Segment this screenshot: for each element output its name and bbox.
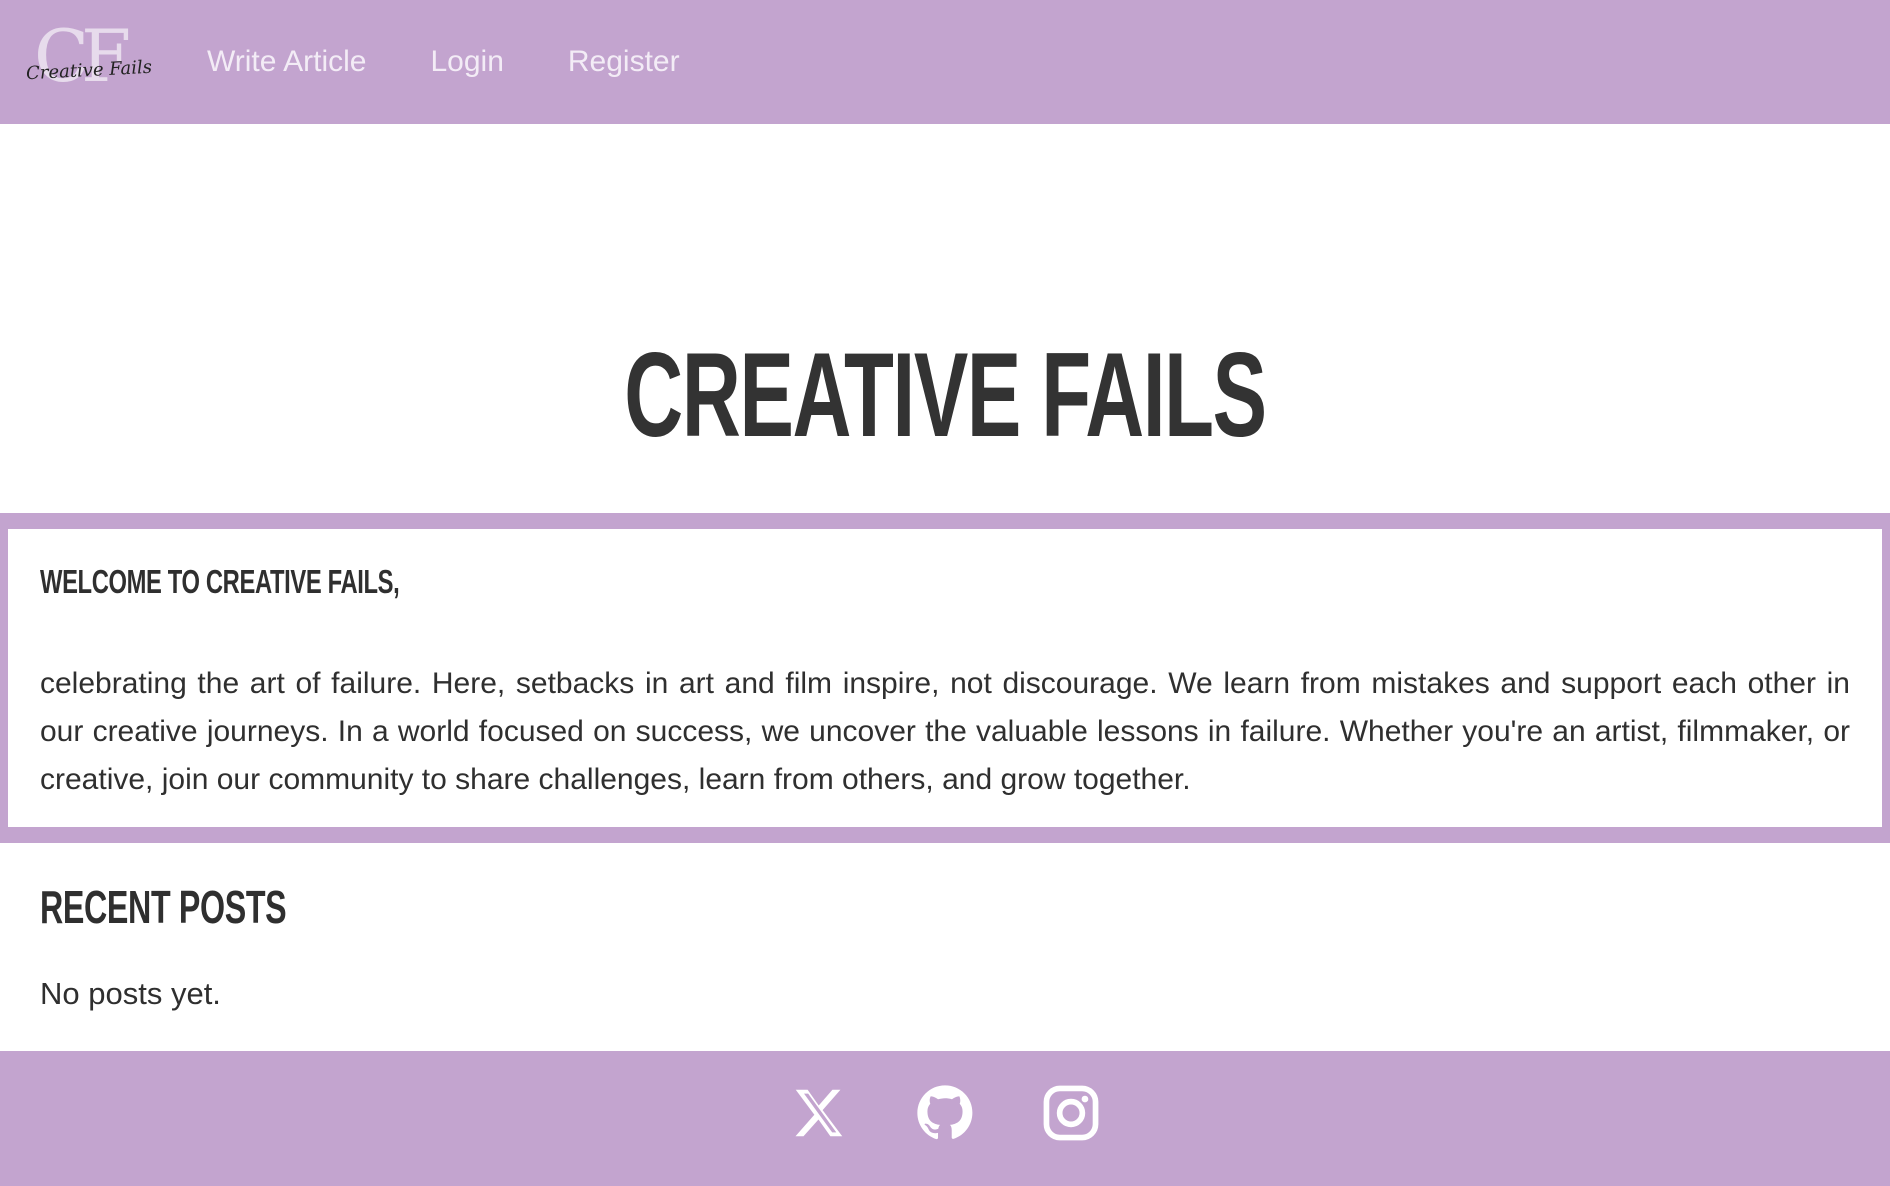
hero-title: CREATIVE FAILS xyxy=(624,328,1267,463)
footer xyxy=(0,1051,1890,1186)
instagram-icon[interactable] xyxy=(1040,1082,1102,1144)
nav-write-article-link[interactable]: Write Article xyxy=(207,45,366,79)
main-nav: Write Article Login Register xyxy=(207,45,680,79)
nav-register-link[interactable]: Register xyxy=(568,45,680,79)
top-navigation-bar: CF Creative Fails Write Article Login Re… xyxy=(0,0,1890,124)
recent-posts-empty-message: No posts yet. xyxy=(40,976,221,1011)
social-links xyxy=(0,1082,1890,1144)
nav-login-link[interactable]: Login xyxy=(430,45,503,79)
welcome-body-text: celebrating the art of failure. Here, se… xyxy=(40,667,1850,796)
welcome-section: WELCOME TO CREATIVE FAILS, celebrating t… xyxy=(0,513,1890,843)
github-icon[interactable] xyxy=(914,1082,976,1144)
site-logo[interactable]: CF Creative Fails xyxy=(24,20,153,102)
recent-posts-heading: RECENT POSTS xyxy=(40,881,287,933)
welcome-heading: WELCOME TO CREATIVE FAILS, xyxy=(40,563,400,600)
welcome-card: WELCOME TO CREATIVE FAILS, celebrating t… xyxy=(8,529,1882,827)
x-icon[interactable] xyxy=(788,1082,850,1144)
